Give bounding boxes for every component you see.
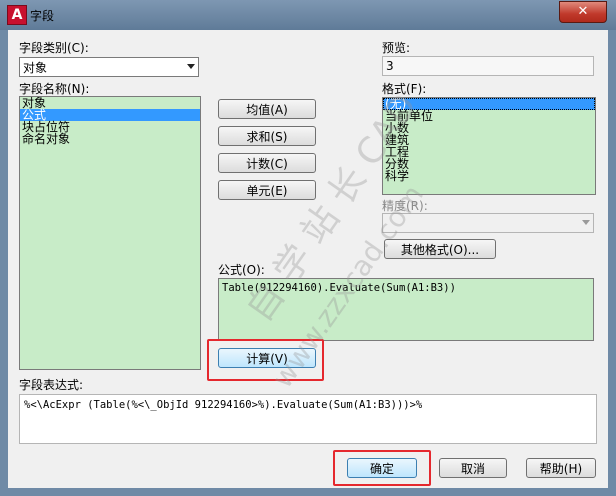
sum-button[interactable]: 求和(S) (218, 126, 316, 146)
count-button[interactable]: 计数(C) (218, 153, 316, 173)
dialog-window: A 字段 ✕ 字段类别(C): 对象 字段名称(N): 对象 公式 块占位符 命… (0, 0, 616, 496)
title-bar[interactable]: A 字段 ✕ (0, 0, 616, 30)
field-name-item[interactable]: 命名对象 (20, 133, 200, 145)
format-item[interactable]: 建筑 (383, 134, 595, 146)
ok-button[interactable]: 确定 (347, 458, 417, 478)
field-name-item[interactable]: 对象 (20, 97, 200, 109)
field-expression-label: 字段表达式: (19, 378, 84, 392)
field-category-select[interactable]: 对象 (19, 57, 199, 77)
cancel-button[interactable]: 取消 (439, 458, 507, 478)
cell-button[interactable]: 单元(E) (218, 180, 316, 200)
format-item[interactable]: 科学 (383, 170, 595, 182)
format-item[interactable]: 小数 (383, 122, 595, 134)
field-category-label: 字段类别(C): (19, 41, 89, 55)
help-button[interactable]: 帮助(H) (526, 458, 596, 478)
chevron-down-icon (187, 64, 195, 69)
close-button[interactable]: ✕ (559, 1, 607, 23)
precision-label: 精度(R): (382, 199, 428, 213)
chevron-down-icon (582, 220, 590, 225)
format-list[interactable]: (无) 当前单位 小数 建筑 工程 分数 科学 (382, 97, 596, 195)
dialog-client-area: 字段类别(C): 对象 字段名称(N): 对象 公式 块占位符 命名对象 均值(… (8, 30, 608, 488)
other-format-button[interactable]: 其他格式(O)... (384, 239, 496, 259)
average-button[interactable]: 均值(A) (218, 99, 316, 119)
format-item[interactable]: 工程 (383, 146, 595, 158)
formula-textbox[interactable]: Table(912294160).Evaluate(Sum(A1:B3)) (218, 278, 594, 341)
field-expression-textbox[interactable]: %<\AcExpr (Table(%<\_ObjId 912294160>%).… (19, 394, 597, 444)
field-category-value: 对象 (23, 61, 48, 75)
precision-select[interactable] (382, 213, 594, 233)
format-item[interactable]: 当前单位 (383, 110, 595, 122)
formula-label: 公式(O): (218, 263, 265, 277)
format-item[interactable]: 分数 (383, 158, 595, 170)
autocad-app-icon: A (7, 5, 27, 25)
window-title: 字段 (30, 9, 55, 23)
preview-label: 预览: (382, 41, 411, 55)
field-names-list[interactable]: 对象 公式 块占位符 命名对象 (19, 96, 201, 370)
preview-value: 3 (382, 56, 594, 76)
field-names-label: 字段名称(N): (19, 82, 90, 96)
evaluate-button[interactable]: 计算(V) (218, 348, 316, 368)
format-label: 格式(F): (382, 82, 427, 96)
